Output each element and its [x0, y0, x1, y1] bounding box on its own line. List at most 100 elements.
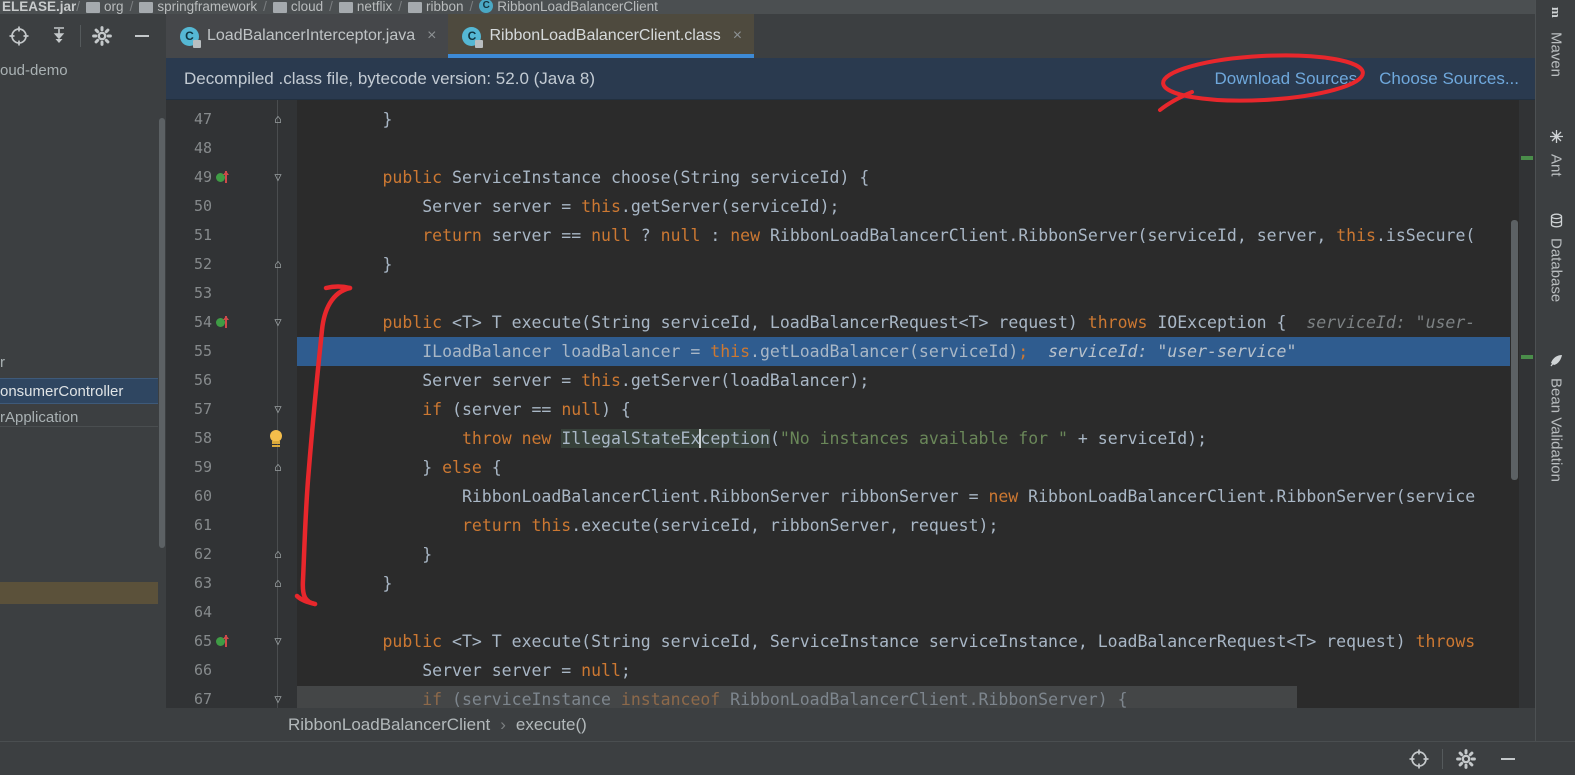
fold-collapse-icon[interactable]: ▽: [271, 402, 285, 416]
code-line[interactable]: public <T> T execute(String serviceId, L…: [297, 308, 1535, 337]
gutter-line[interactable]: 59 ⌂: [166, 453, 297, 482]
intention-bulb-icon[interactable]: [267, 430, 285, 448]
fold-collapse-icon[interactable]: ▽: [271, 315, 285, 329]
tool-button-label: Bean Validation: [1547, 378, 1565, 482]
gutter-line[interactable]: 62 ⌂: [166, 540, 297, 569]
code-line[interactable]: if (server == null) {: [297, 395, 1535, 424]
tool-button-bean-validation[interactable]: Bean Validation: [1536, 352, 1575, 482]
gutter-line[interactable]: 64: [166, 598, 297, 627]
code-line[interactable]: [297, 279, 1535, 308]
code-line[interactable]: Server server = this.getServer(loadBalan…: [297, 366, 1535, 395]
tool-button-database[interactable]: Database: [1536, 212, 1575, 302]
changed-line-marker[interactable]: [1521, 355, 1533, 359]
breadcrumb-item-netflix[interactable]: netflix: [338, 0, 392, 14]
breadcrumb-separator: /: [329, 0, 333, 14]
gutter-line[interactable]: 56: [166, 366, 297, 395]
fold-end-icon[interactable]: ⌂: [271, 112, 285, 126]
breadcrumb-item-ribbon[interactable]: ribbon: [407, 0, 464, 14]
settings-gear-icon[interactable]: [83, 16, 121, 56]
gutter-line[interactable]: 60: [166, 482, 297, 511]
breadcrumb-item-class[interactable]: C RibbonLoadBalancerClient: [479, 0, 658, 14]
close-icon[interactable]: ×: [427, 27, 436, 45]
tool-button-maven[interactable]: m Maven: [1536, 6, 1575, 77]
hide-panel-icon[interactable]: [123, 16, 161, 56]
close-icon[interactable]: ×: [733, 27, 742, 45]
fold-collapse-icon[interactable]: ▽: [271, 634, 285, 648]
code-line[interactable]: RibbonLoadBalancerClient.RibbonServer ri…: [297, 482, 1535, 511]
code-line-selected[interactable]: ILoadBalancer loadBalancer = this.getLoa…: [297, 337, 1535, 366]
code-line[interactable]: [297, 134, 1535, 163]
tab-ribbonloadbalancerclient[interactable]: C RibbonLoadBalancerClient.class ×: [448, 14, 755, 58]
gutter-line[interactable]: 65 ▽: [166, 627, 297, 656]
fold-end-icon[interactable]: ⌂: [271, 257, 285, 271]
download-sources-link[interactable]: Download Sources: [1214, 69, 1357, 89]
code-line[interactable]: } else {: [297, 453, 1535, 482]
gutter-line[interactable]: 54 ▽: [166, 308, 297, 337]
code-text-area[interactable]: } public ServiceInstance choose(String s…: [297, 100, 1535, 708]
fold-collapse-icon[interactable]: ▽: [271, 170, 285, 184]
structure-breadcrumb[interactable]: RibbonLoadBalancerClient › execute(): [166, 708, 1535, 741]
tree-highlighted-row[interactable]: [0, 582, 158, 604]
gutter-line[interactable]: 52 ⌂: [166, 250, 297, 279]
gutter-line[interactable]: 67 ▽: [166, 685, 297, 708]
code-line[interactable]: }: [297, 105, 1535, 134]
changed-line-marker[interactable]: [1521, 156, 1533, 160]
settings-gear-icon[interactable]: [1447, 744, 1485, 774]
tool-button-label: Maven: [1547, 32, 1565, 78]
gutter-line[interactable]: 58: [166, 424, 297, 453]
code-line[interactable]: [297, 598, 1535, 627]
gutter-line[interactable]: 50: [166, 192, 297, 221]
code-line[interactable]: public ServiceInstance choose(String ser…: [297, 163, 1535, 192]
run-method-icon[interactable]: [216, 171, 229, 183]
code-line[interactable]: }: [297, 540, 1535, 569]
run-method-icon[interactable]: [216, 316, 229, 328]
code-line[interactable]: Server server = null;: [297, 656, 1535, 685]
code-line[interactable]: }: [297, 250, 1535, 279]
gutter-line[interactable]: 47 ⌂: [166, 105, 297, 134]
tree-item-module[interactable]: oud-demo: [0, 58, 158, 84]
locate-icon[interactable]: [1400, 744, 1438, 774]
breadcrumb-item-springframework[interactable]: springframework: [139, 0, 257, 14]
project-tree-scrollbar[interactable]: [158, 58, 166, 721]
gutter-line[interactable]: 49 ▽: [166, 163, 297, 192]
breadcrumb-item-cloud[interactable]: cloud: [272, 0, 323, 14]
tool-button-ant[interactable]: Ant: [1536, 128, 1575, 177]
gutter-line[interactable]: 61: [166, 511, 297, 540]
gutter-line[interactable]: 66: [166, 656, 297, 685]
navigation-breadcrumb[interactable]: ELEASE.jar / org / springframework / clo…: [0, 0, 1575, 14]
hide-panel-icon[interactable]: [1489, 744, 1527, 774]
breadcrumb-class[interactable]: RibbonLoadBalancerClient: [288, 715, 490, 735]
gutter-line[interactable]: 57 ▽: [166, 395, 297, 424]
gutter-line[interactable]: 51: [166, 221, 297, 250]
code-line[interactable]: }: [297, 569, 1535, 598]
editor-vertical-scrollbar[interactable]: [1510, 100, 1519, 708]
locate-icon[interactable]: [0, 16, 38, 56]
gutter-line[interactable]: 63 ⌂: [166, 569, 297, 598]
gutter-line[interactable]: 48: [166, 134, 297, 163]
fold-collapse-icon[interactable]: ▽: [271, 692, 285, 706]
tree-item-application[interactable]: rApplication: [0, 405, 78, 431]
breadcrumb-method[interactable]: execute(): [516, 715, 587, 735]
collapse-all-icon[interactable]: [40, 16, 78, 56]
choose-sources-link[interactable]: Choose Sources...: [1379, 69, 1519, 89]
project-tree[interactable]: oud-demo r onsumerController rApplicatio…: [0, 58, 158, 721]
tree-item-package[interactable]: r: [0, 350, 5, 376]
tab-loadbalancerinterceptor[interactable]: C LoadBalancerInterceptor.java ×: [166, 14, 449, 58]
code-line[interactable]: return this.execute(serviceId, ribbonSer…: [297, 511, 1535, 540]
editor-marker-strip[interactable]: [1519, 100, 1535, 708]
run-method-icon[interactable]: [216, 635, 229, 647]
fold-end-icon[interactable]: ⌂: [271, 460, 285, 474]
editor-gutter[interactable]: 47 ⌂ 48 49 ▽ 50 51 52 ⌂ 53 54 ▽ 55 56 57 ▽ 58 59 ⌂ 60 61 62 ⌂ 6…: [166, 100, 297, 708]
gutter-line[interactable]: 55: [166, 337, 297, 366]
fold-end-icon[interactable]: ⌂: [271, 576, 285, 590]
code-editor[interactable]: 47 ⌂ 48 49 ▽ 50 51 52 ⌂ 53 54 ▽ 55 56 57 ▽ 58 59 ⌂ 60 61 62 ⌂ 6…: [166, 100, 1535, 708]
gutter-line[interactable]: 53: [166, 279, 297, 308]
fold-end-icon[interactable]: ⌂: [271, 547, 285, 561]
breadcrumb-jar[interactable]: ELEASE.jar: [2, 0, 76, 14]
breadcrumb-item-org[interactable]: org: [86, 0, 124, 14]
code-line[interactable]: Server server = this.getServer(serviceId…: [297, 192, 1535, 221]
code-line[interactable]: throw new IllegalStateException("No inst…: [297, 424, 1535, 453]
code-line[interactable]: public <T> T execute(String serviceId, S…: [297, 627, 1535, 656]
tree-item-consumer-controller[interactable]: onsumerController: [0, 378, 158, 404]
code-line[interactable]: return server == null ? null : new Ribbo…: [297, 221, 1535, 250]
